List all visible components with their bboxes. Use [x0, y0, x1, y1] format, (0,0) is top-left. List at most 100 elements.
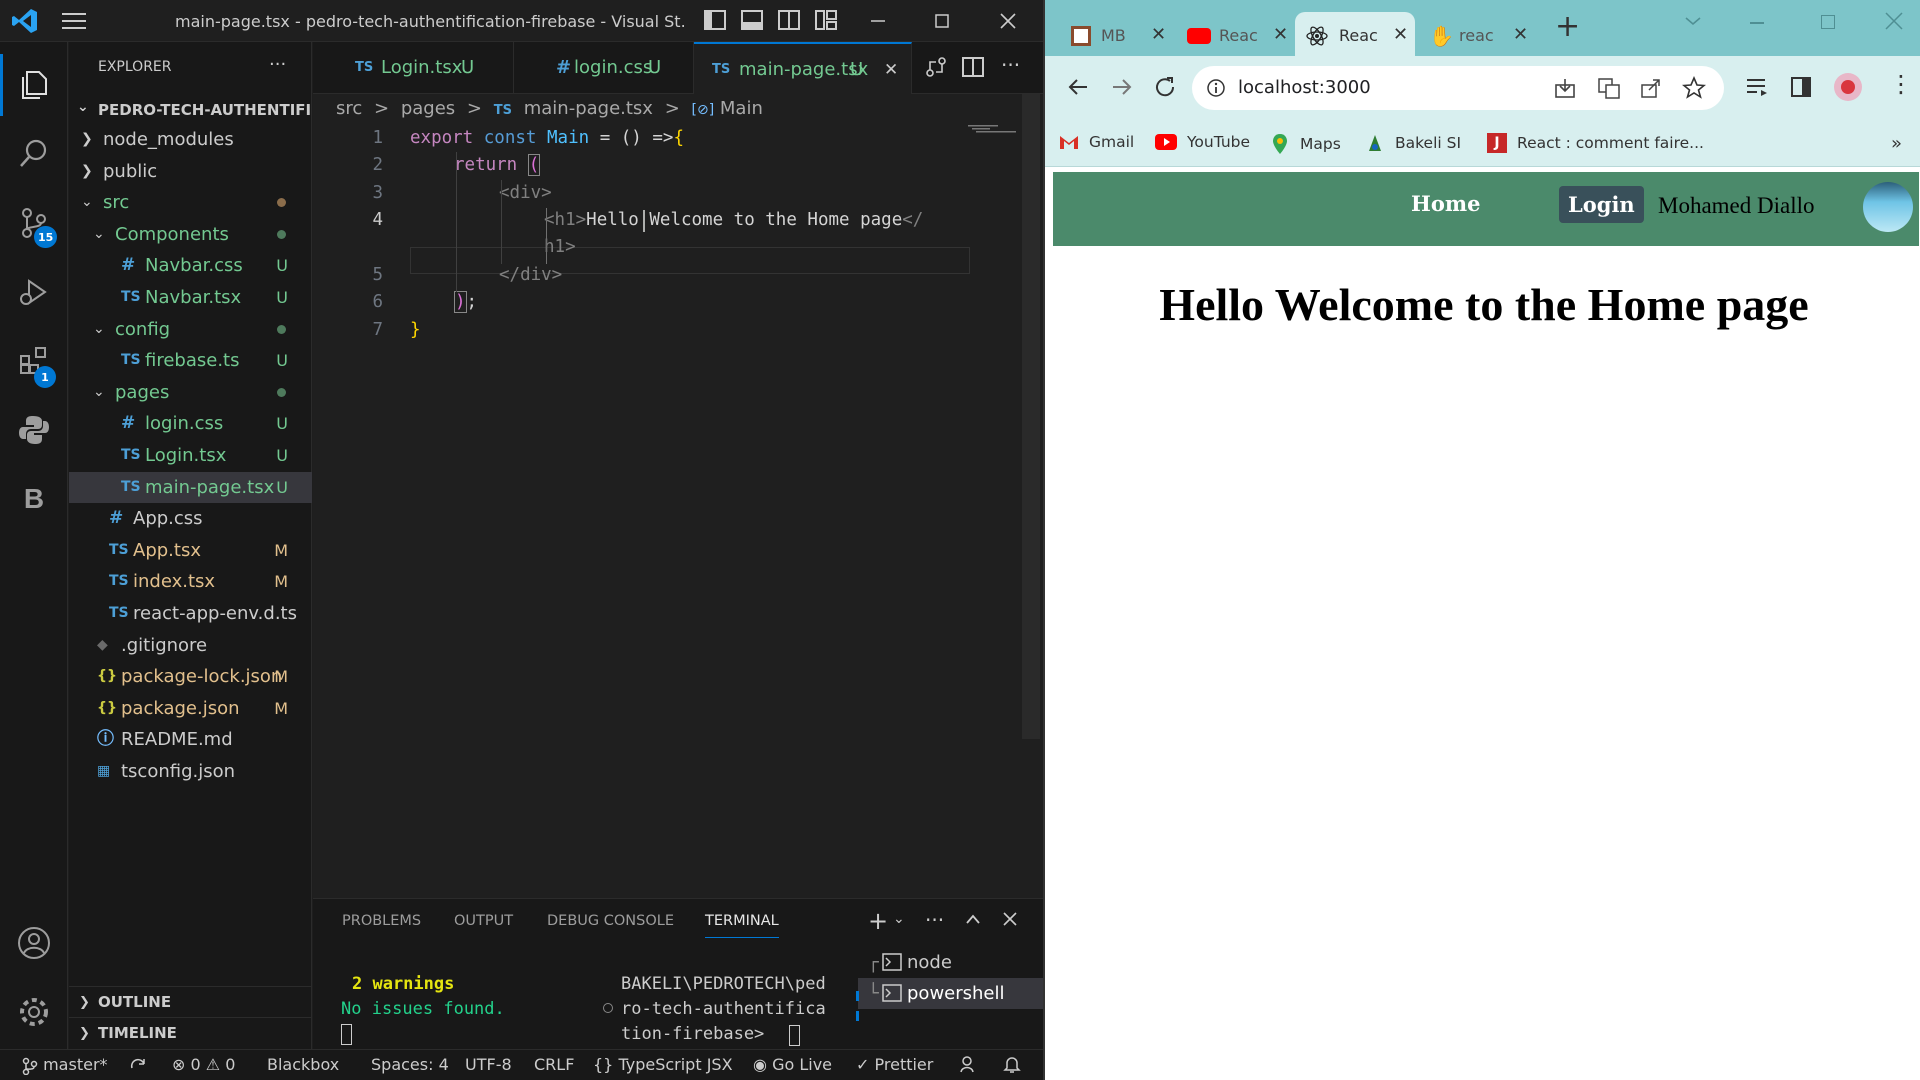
panel-more-icon[interactable]: ···: [925, 908, 944, 932]
tree-item-login-tsx[interactable]: TS Login.tsx U: [69, 440, 312, 471]
toggle-primary-sidebar-icon[interactable]: [703, 8, 729, 34]
browser-tab-3-active[interactable]: Reac ✕: [1295, 12, 1415, 56]
blackbox-status[interactable]: Blackbox: [267, 1055, 339, 1074]
breadcrumb-file[interactable]: main-page.tsx: [524, 98, 653, 119]
tree-item-gitignore[interactable]: ◆ .gitignore: [69, 630, 312, 661]
encoding-status[interactable]: UTF-8: [465, 1055, 512, 1074]
eol-status[interactable]: CRLF: [534, 1055, 574, 1074]
profile-avatar-icon[interactable]: [1834, 73, 1862, 101]
close-panel-icon[interactable]: [1003, 912, 1017, 926]
tree-item-app-css[interactable]: # App.css: [69, 503, 312, 534]
browser-tab-2[interactable]: Reac ✕: [1173, 12, 1295, 56]
tab-problems[interactable]: PROBLEMS: [342, 913, 421, 929]
forward-arrow-icon[interactable]: [1111, 76, 1133, 98]
tab-terminal[interactable]: TERMINAL: [705, 913, 779, 938]
settings-gear-icon[interactable]: [0, 981, 68, 1043]
tab-debug-console[interactable]: DEBUG CONSOLE: [547, 913, 674, 929]
prettier-status[interactable]: ✓ Prettier: [856, 1055, 933, 1074]
maximize-button[interactable]: [912, 0, 972, 42]
minimap[interactable]: [968, 124, 1016, 134]
tree-item-package-json[interactable]: {} package.json M: [69, 693, 312, 724]
chevron-down-icon[interactable]: ⌄: [893, 911, 905, 927]
editor-vertical-scrollbar[interactable]: [1022, 94, 1040, 739]
customize-layout-icon[interactable]: [814, 8, 840, 34]
close-tab-icon[interactable]: ✕: [1151, 24, 1166, 45]
tree-item-src[interactable]: ⌄ src: [69, 187, 312, 218]
split-editor-icon[interactable]: [961, 55, 985, 79]
bookmark-maps[interactable]: Maps: [1272, 133, 1341, 155]
nav-login-link[interactable]: Login: [1559, 186, 1644, 223]
share-icon[interactable]: [1640, 77, 1662, 99]
new-tab-button[interactable]: +: [1555, 12, 1580, 42]
tree-item-package-lock-json[interactable]: {} package-lock.json M: [69, 661, 312, 692]
tree-item-readme-md[interactable]: ⓘ README.md: [69, 724, 312, 755]
problems-status[interactable]: ⊗ 0 ⚠ 0: [172, 1055, 235, 1074]
close-window-button[interactable]: [978, 0, 1038, 42]
bookmark-gmail[interactable]: Gmail: [1059, 133, 1134, 151]
close-tab-icon[interactable]: ✕: [1273, 24, 1288, 45]
tree-item-pages[interactable]: ⌄ pages: [69, 377, 312, 408]
bookmark-react-comment[interactable]: J React : comment faire...: [1487, 133, 1704, 153]
tree-item-app-tsx[interactable]: TS App.tsx M: [69, 535, 312, 566]
tab-main-page-tsx[interactable]: TS main-page.tsx U ✕: [694, 42, 912, 94]
bookmark-youtube[interactable]: YouTube: [1155, 133, 1250, 151]
side-panel-icon[interactable]: [1790, 76, 1812, 98]
bookmark-star-icon[interactable]: [1682, 76, 1706, 100]
accounts-icon[interactable]: [0, 912, 68, 974]
tab-output[interactable]: OUTPUT: [454, 913, 513, 929]
run-debug-icon[interactable]: [0, 261, 68, 323]
browser-minimize-button[interactable]: [1750, 22, 1764, 24]
browser-tab-1[interactable]: MB ✕: [1063, 12, 1173, 56]
language-status[interactable]: {} TypeScript JSX: [593, 1055, 733, 1074]
browser-tab-4[interactable]: ✋ reac ✕: [1415, 12, 1535, 56]
tree-item-tsconfig-json[interactable]: ▦ tsconfig.json: [69, 756, 312, 787]
back-arrow-icon[interactable]: [1067, 76, 1089, 98]
tab-search-icon[interactable]: [1685, 16, 1701, 26]
reading-list-icon[interactable]: [1745, 76, 1769, 98]
terminal-list-item-node[interactable]: ┌ node: [858, 947, 1043, 978]
explorer-more-button[interactable]: ···: [269, 54, 286, 75]
timeline-section[interactable]: ❯ TIMELINE: [69, 1017, 312, 1048]
breadcrumb-symbol[interactable]: Main: [720, 98, 763, 119]
tree-item-react-app-env-d-ts[interactable]: TS react-app-env.d.ts: [69, 598, 312, 629]
browser-close-button[interactable]: [1885, 12, 1903, 30]
compare-changes-icon[interactable]: [923, 54, 949, 80]
outline-section[interactable]: ❯ OUTLINE: [69, 986, 312, 1017]
bookmarks-overflow-button[interactable]: »: [1891, 133, 1902, 154]
tree-item-navbar-css[interactable]: # Navbar.css U: [69, 250, 312, 281]
code-editor[interactable]: 1 2 3 4 5 6 7 export const Main = () =>{…: [313, 124, 1025, 824]
blackbox-b-icon[interactable]: B: [0, 468, 68, 530]
tab-login-css[interactable]: # login.css U: [514, 42, 694, 94]
editor-more-actions-icon[interactable]: ···: [1001, 53, 1020, 77]
minimize-button[interactable]: [848, 0, 908, 42]
terminal-list-item-powershell[interactable]: └ powershell: [858, 978, 1043, 1009]
kebab-menu-icon[interactable]: ⋮: [1889, 72, 1913, 96]
user-avatar[interactable]: [1863, 182, 1913, 232]
toggle-panel-icon[interactable]: [740, 8, 766, 34]
tree-item-config[interactable]: ⌄ config: [69, 314, 312, 345]
new-terminal-icon[interactable]: +: [868, 907, 888, 935]
tree-item-index-tsx[interactable]: TS index.tsx M: [69, 566, 312, 597]
tree-item-public[interactable]: ❯ public: [69, 156, 312, 187]
tree-item-components[interactable]: ⌄ Components: [69, 219, 312, 250]
tree-item-firebase-ts[interactable]: TS firebase.ts U: [69, 345, 312, 376]
tab-login-tsx[interactable]: TS Login.tsx U: [313, 42, 514, 94]
workspace-root-folder[interactable]: ⌄ PEDRO-TECH-AUTHENTIFI...: [69, 97, 312, 123]
tree-item-main-page-tsx[interactable]: TS main-page.tsx U: [69, 472, 312, 503]
source-control-icon[interactable]: 15: [0, 192, 68, 254]
breadcrumb-pages[interactable]: pages: [401, 98, 455, 119]
python-icon[interactable]: [0, 399, 68, 461]
nav-home-link[interactable]: Home: [1411, 191, 1480, 216]
close-tab-icon[interactable]: ✕: [1513, 24, 1528, 45]
toggle-secondary-sidebar-icon[interactable]: [777, 8, 803, 34]
translate-icon[interactable]: [1598, 77, 1620, 99]
bookmark-bakeli[interactable]: Bakeli SI: [1365, 133, 1461, 153]
feedback-icon[interactable]: [960, 1055, 978, 1073]
go-live-status[interactable]: ◉ Go Live: [753, 1055, 832, 1074]
maximize-panel-icon[interactable]: [965, 913, 981, 925]
notifications-bell-icon[interactable]: [1003, 1055, 1021, 1073]
extensions-icon[interactable]: 1: [0, 330, 68, 392]
close-tab-icon[interactable]: ✕: [1393, 24, 1408, 45]
tree-item-node-modules[interactable]: ❯ node_modules: [69, 124, 312, 155]
git-branch-status[interactable]: master*: [22, 1055, 108, 1075]
